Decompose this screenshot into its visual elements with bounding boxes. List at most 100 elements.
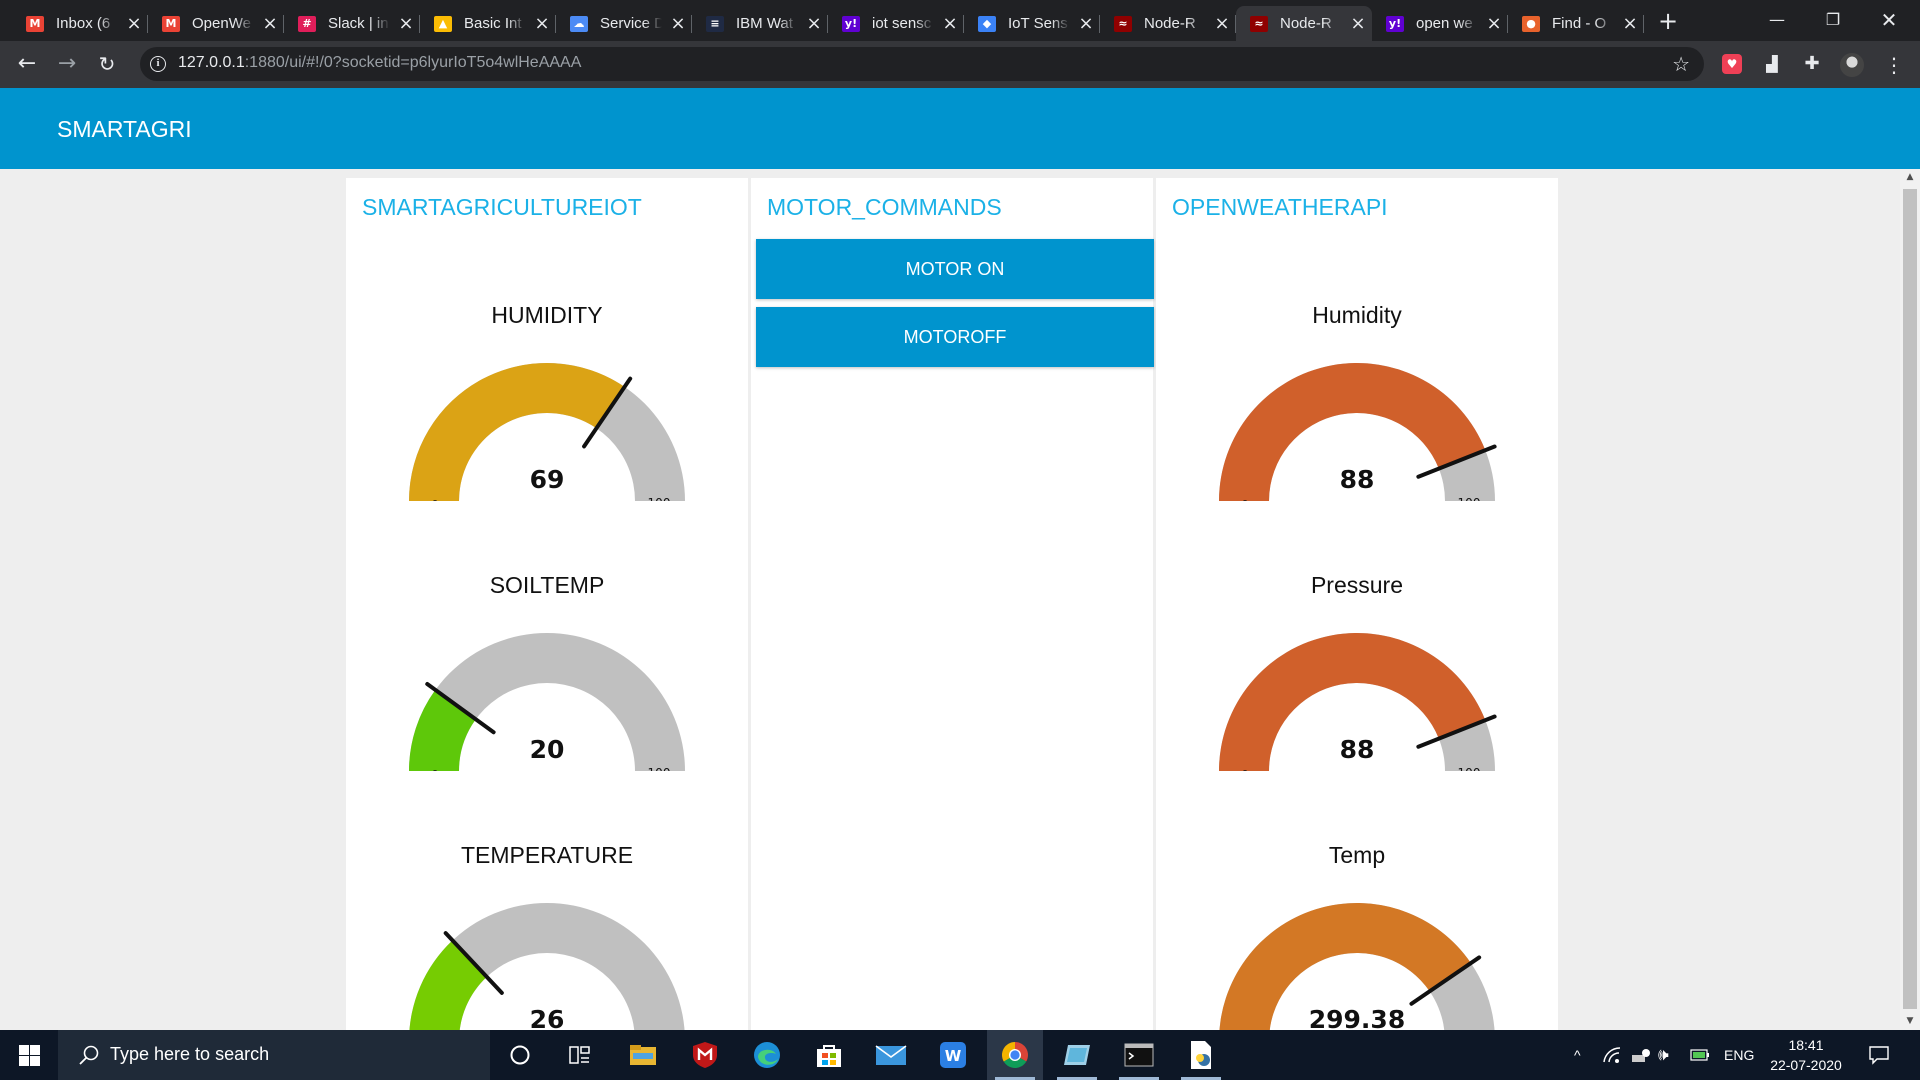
browser-tab-strip: M Inbox (6 × M OpenWe × # Slack | in × ▲ Basic Int… bbox=[0, 0, 1920, 41]
site-info-icon[interactable]: i bbox=[150, 56, 166, 72]
tab-close-icon[interactable]: × bbox=[1350, 14, 1366, 32]
yahoo-icon: y! bbox=[1386, 15, 1404, 32]
chrome-icon[interactable] bbox=[987, 1030, 1043, 1080]
microsoft-store-icon[interactable] bbox=[801, 1030, 857, 1080]
scrollbar-thumb[interactable] bbox=[1903, 189, 1917, 1009]
volume-icon[interactable]: 🕪 bbox=[1658, 1030, 1669, 1080]
group-title: SMARTAGRICULTUREIOT bbox=[362, 194, 642, 220]
tab-close-icon[interactable]: × bbox=[1486, 14, 1502, 32]
remote-desktop-icon[interactable] bbox=[1049, 1030, 1105, 1080]
tab-close-icon[interactable]: × bbox=[1214, 14, 1230, 32]
action-center-icon[interactable] bbox=[1868, 1030, 1890, 1080]
browser-tab[interactable]: ☁ Service D × bbox=[556, 6, 692, 41]
browser-tab[interactable]: M Inbox (6 × bbox=[12, 6, 148, 41]
new-tab-button[interactable]: + bbox=[1654, 9, 1682, 33]
tab-close-icon[interactable]: × bbox=[534, 14, 550, 32]
gauge-widget: SOILTEMP20%0100 bbox=[346, 501, 748, 771]
url-path: :1880/ui/#!/0?socketid=p6lyurIoT5o4wlHeA… bbox=[244, 54, 582, 71]
group-title: OPENWEATHERAPI bbox=[1172, 194, 1388, 220]
restore-button[interactable]: ❐ bbox=[1810, 6, 1856, 34]
gmail-icon: M bbox=[26, 15, 44, 32]
forward-button[interactable]: → bbox=[52, 49, 82, 79]
tab-close-icon[interactable]: × bbox=[398, 14, 414, 32]
close-window-button[interactable]: ✕ bbox=[1866, 6, 1912, 34]
browser-tab[interactable]: ▲ Basic Int × bbox=[420, 6, 556, 41]
back-button[interactable]: ← bbox=[12, 49, 42, 79]
minimize-button[interactable]: — bbox=[1754, 6, 1800, 34]
svg-text:W: W bbox=[945, 1047, 962, 1065]
tab-title: iot sensc bbox=[872, 15, 932, 32]
battery-icon[interactable] bbox=[1690, 1030, 1710, 1080]
browser-toolbar: ← → ↻ i 127.0.0.1:1880/ui/#!/0?socketid=… bbox=[0, 41, 1920, 88]
browser-tab[interactable]: ≈ Node-R × bbox=[1100, 6, 1236, 41]
tab-close-icon[interactable]: × bbox=[942, 14, 958, 32]
tab-close-icon[interactable]: × bbox=[262, 14, 278, 32]
group-openweatherapi: OPENWEATHERAPI Humidity88%0100Pressure88… bbox=[1156, 178, 1558, 1041]
motor-off-button[interactable]: MOTOROFF bbox=[756, 307, 1154, 367]
cloud-icon: ☁ bbox=[570, 15, 588, 32]
browser-tab[interactable]: y! iot sensc × bbox=[828, 6, 964, 41]
gauge-dial: 88%0100 bbox=[1219, 363, 1497, 501]
gauge-widget: HUMIDITY69%0100 bbox=[346, 231, 748, 501]
browser-tab[interactable]: ≡ IBM Wat × bbox=[692, 6, 828, 41]
gmail-icon: M bbox=[162, 15, 180, 32]
gauge-dial: 26Degree Celsius0100 bbox=[409, 903, 685, 1041]
wps-office-icon[interactable]: W bbox=[925, 1030, 981, 1080]
browser-tab[interactable]: M OpenWe × bbox=[148, 6, 284, 41]
page-scrollbar[interactable]: ▲ ▼ bbox=[1900, 169, 1920, 1030]
wifi-icon[interactable] bbox=[1602, 1030, 1622, 1080]
browser-tab[interactable]: y! open we × bbox=[1372, 6, 1508, 41]
motor-on-button[interactable]: MOTOR ON bbox=[756, 239, 1154, 299]
tab-close-icon[interactable]: × bbox=[806, 14, 822, 32]
gauge-widget: Temp299.38Kelvin0370 bbox=[1156, 771, 1558, 1041]
network-icon[interactable] bbox=[1630, 1030, 1652, 1080]
gauge-value: 20 bbox=[530, 735, 565, 764]
browser-tab[interactable]: ● Find - O × bbox=[1508, 6, 1644, 41]
language-indicator[interactable]: ENG bbox=[1724, 1030, 1754, 1080]
browser-menu-icon[interactable]: ⋮ bbox=[1884, 51, 1904, 79]
browser-tab[interactable]: ≈ Node-R × bbox=[1236, 6, 1372, 41]
command-prompt-icon[interactable] bbox=[1111, 1030, 1167, 1080]
slack-icon: # bbox=[298, 15, 316, 32]
dashboard-title: SMARTAGRI bbox=[57, 116, 192, 142]
profile-avatar[interactable] bbox=[1840, 53, 1864, 77]
search-placeholder: Type here to search bbox=[110, 1044, 270, 1064]
windows-taskbar: Type here to search W ^ 🕪 ENG 18:41 22-0… bbox=[0, 1030, 1920, 1080]
group-title: MOTOR_COMMANDS bbox=[767, 194, 1002, 220]
tab-title: Basic Int bbox=[464, 15, 522, 32]
mail-icon[interactable] bbox=[863, 1030, 919, 1080]
scroll-down-arrow-icon[interactable]: ▼ bbox=[1900, 1013, 1920, 1030]
tab-close-icon[interactable]: × bbox=[1622, 14, 1638, 32]
browser-tab[interactable]: ◆ IoT Sens × bbox=[964, 6, 1100, 41]
reload-button[interactable]: ↻ bbox=[92, 49, 122, 79]
tab-close-icon[interactable]: × bbox=[1078, 14, 1094, 32]
url-host: 127.0.0.1 bbox=[178, 54, 245, 71]
gauge-widget: TEMPERATURE26Degree Celsius0100 bbox=[346, 771, 748, 1041]
url-text[interactable]: 127.0.0.1:1880/ui/#!/0?socketid=p6lyurIo… bbox=[178, 54, 581, 72]
start-button[interactable] bbox=[0, 1030, 58, 1080]
extensions-puzzle-icon[interactable]: ✚ bbox=[1802, 54, 1822, 74]
taskbar-clock[interactable]: 18:41 22-07-2020 bbox=[1768, 1035, 1844, 1075]
tab-close-icon[interactable]: × bbox=[126, 14, 142, 32]
gauge-widget: Pressure88%0100 bbox=[1156, 501, 1558, 771]
dashboard-header: SMARTAGRI bbox=[0, 88, 1920, 169]
gauge-value: 88 bbox=[1340, 465, 1375, 494]
yahoo-icon: y! bbox=[842, 15, 860, 32]
bookmark-star-icon[interactable]: ☆ bbox=[1672, 52, 1690, 76]
browser-tab[interactable]: # Slack | in × bbox=[284, 6, 420, 41]
mcafee-icon[interactable] bbox=[677, 1030, 733, 1080]
python-file-icon[interactable] bbox=[1173, 1030, 1229, 1080]
cortana-icon[interactable] bbox=[492, 1030, 548, 1080]
tab-close-icon[interactable]: × bbox=[670, 14, 686, 32]
node-red-icon: ≈ bbox=[1114, 15, 1132, 32]
taskbar-search-box[interactable]: Type here to search bbox=[58, 1030, 490, 1080]
edge-icon[interactable] bbox=[739, 1030, 795, 1080]
address-bar[interactable]: i 127.0.0.1:1880/ui/#!/0?socketid=p6lyur… bbox=[140, 47, 1704, 81]
pocket-extension-icon[interactable]: ♥ bbox=[1722, 54, 1742, 74]
show-hidden-icons-button[interactable]: ^ bbox=[1574, 1030, 1581, 1080]
task-view-icon[interactable] bbox=[552, 1030, 608, 1080]
file-explorer-icon[interactable] bbox=[615, 1030, 671, 1080]
tab-title: Node-R bbox=[1280, 15, 1332, 32]
scroll-up-arrow-icon[interactable]: ▲ bbox=[1900, 169, 1920, 186]
analytics-extension-icon[interactable]: ▟ bbox=[1762, 54, 1782, 74]
